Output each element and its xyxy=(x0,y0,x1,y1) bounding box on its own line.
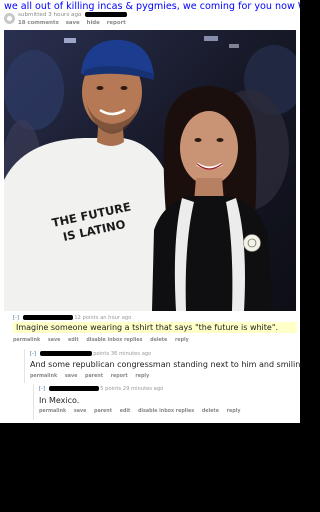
reply-link[interactable]: reply xyxy=(227,409,241,414)
redacted-username xyxy=(85,12,128,17)
post-image[interactable]: THE FUTURE IS LATINO xyxy=(4,30,296,311)
collapse-toggle[interactable]: [-] xyxy=(39,386,45,392)
comment-1-score: 12 points an hour ago xyxy=(74,315,132,321)
comment-3-links: permalink save parent edit disable inbox… xyxy=(39,409,246,414)
redacted-username xyxy=(48,386,99,391)
comment-1-text: Imagine someone wearing a tshirt that sa… xyxy=(13,322,297,333)
disable-inbox-replies-link[interactable]: disable inbox replies xyxy=(138,409,194,414)
permalink-link[interactable]: permalink xyxy=(30,374,57,379)
comment-3-meta: [-] 5 points 29 minutes ago xyxy=(39,386,163,392)
comment-2-text: And some republican congressman standing… xyxy=(30,360,300,369)
report-link[interactable]: report xyxy=(111,374,128,379)
post-thumbnail-icon xyxy=(4,13,15,24)
delete-link[interactable]: delete xyxy=(150,338,167,343)
comment-3-text: In Mexico. xyxy=(39,396,80,405)
delete-link[interactable]: delete xyxy=(202,409,219,414)
redacted-username xyxy=(39,351,92,356)
save-link[interactable]: save xyxy=(48,338,60,343)
reply-link[interactable]: reply xyxy=(175,338,189,343)
reply-link[interactable]: reply xyxy=(135,374,149,379)
permalink-link[interactable]: permalink xyxy=(39,409,66,414)
permalink-link[interactable]: permalink xyxy=(13,338,40,343)
comment-2-score: points 36 minutes ago xyxy=(93,351,152,357)
comments-link[interactable]: 18 comments xyxy=(18,20,59,26)
disable-inbox-replies-link[interactable]: disable inbox replies xyxy=(86,338,142,343)
edit-link[interactable]: edit xyxy=(68,338,79,343)
redacted-username xyxy=(22,315,73,320)
save-link[interactable]: save xyxy=(66,20,80,26)
post-title[interactable]: we all out of killing incas & pygmies, w… xyxy=(4,1,300,12)
hide-link[interactable]: hide xyxy=(87,20,100,26)
save-link[interactable]: save xyxy=(74,409,86,414)
submitted-text: submitted 3 hours ago xyxy=(18,12,82,18)
parent-link[interactable]: parent xyxy=(94,409,112,414)
comment-2-links: permalink save parent report reply xyxy=(30,374,155,379)
comment-1-links: permalink save edit disable inbox replie… xyxy=(13,338,195,343)
comment-1-meta: [-] 12 points an hour ago xyxy=(13,315,131,321)
save-link[interactable]: save xyxy=(65,374,77,379)
collapse-toggle[interactable]: [-] xyxy=(13,315,19,321)
parent-link[interactable]: parent xyxy=(85,374,103,379)
post-actions: 18 comments save hide report xyxy=(18,20,131,26)
collapse-toggle[interactable]: [-] xyxy=(30,351,36,357)
comment-3-score: 5 points 29 minutes ago xyxy=(100,386,164,392)
edit-link[interactable]: edit xyxy=(120,409,131,414)
screenshot: we all out of killing incas & pygmies, w… xyxy=(0,0,300,423)
report-link[interactable]: report xyxy=(107,20,126,26)
comment-2-meta: [-] points 36 minutes ago xyxy=(30,351,151,357)
photo-illustration: THE FUTURE IS LATINO xyxy=(4,30,296,311)
post-submitted: submitted 3 hours ago xyxy=(18,12,128,18)
